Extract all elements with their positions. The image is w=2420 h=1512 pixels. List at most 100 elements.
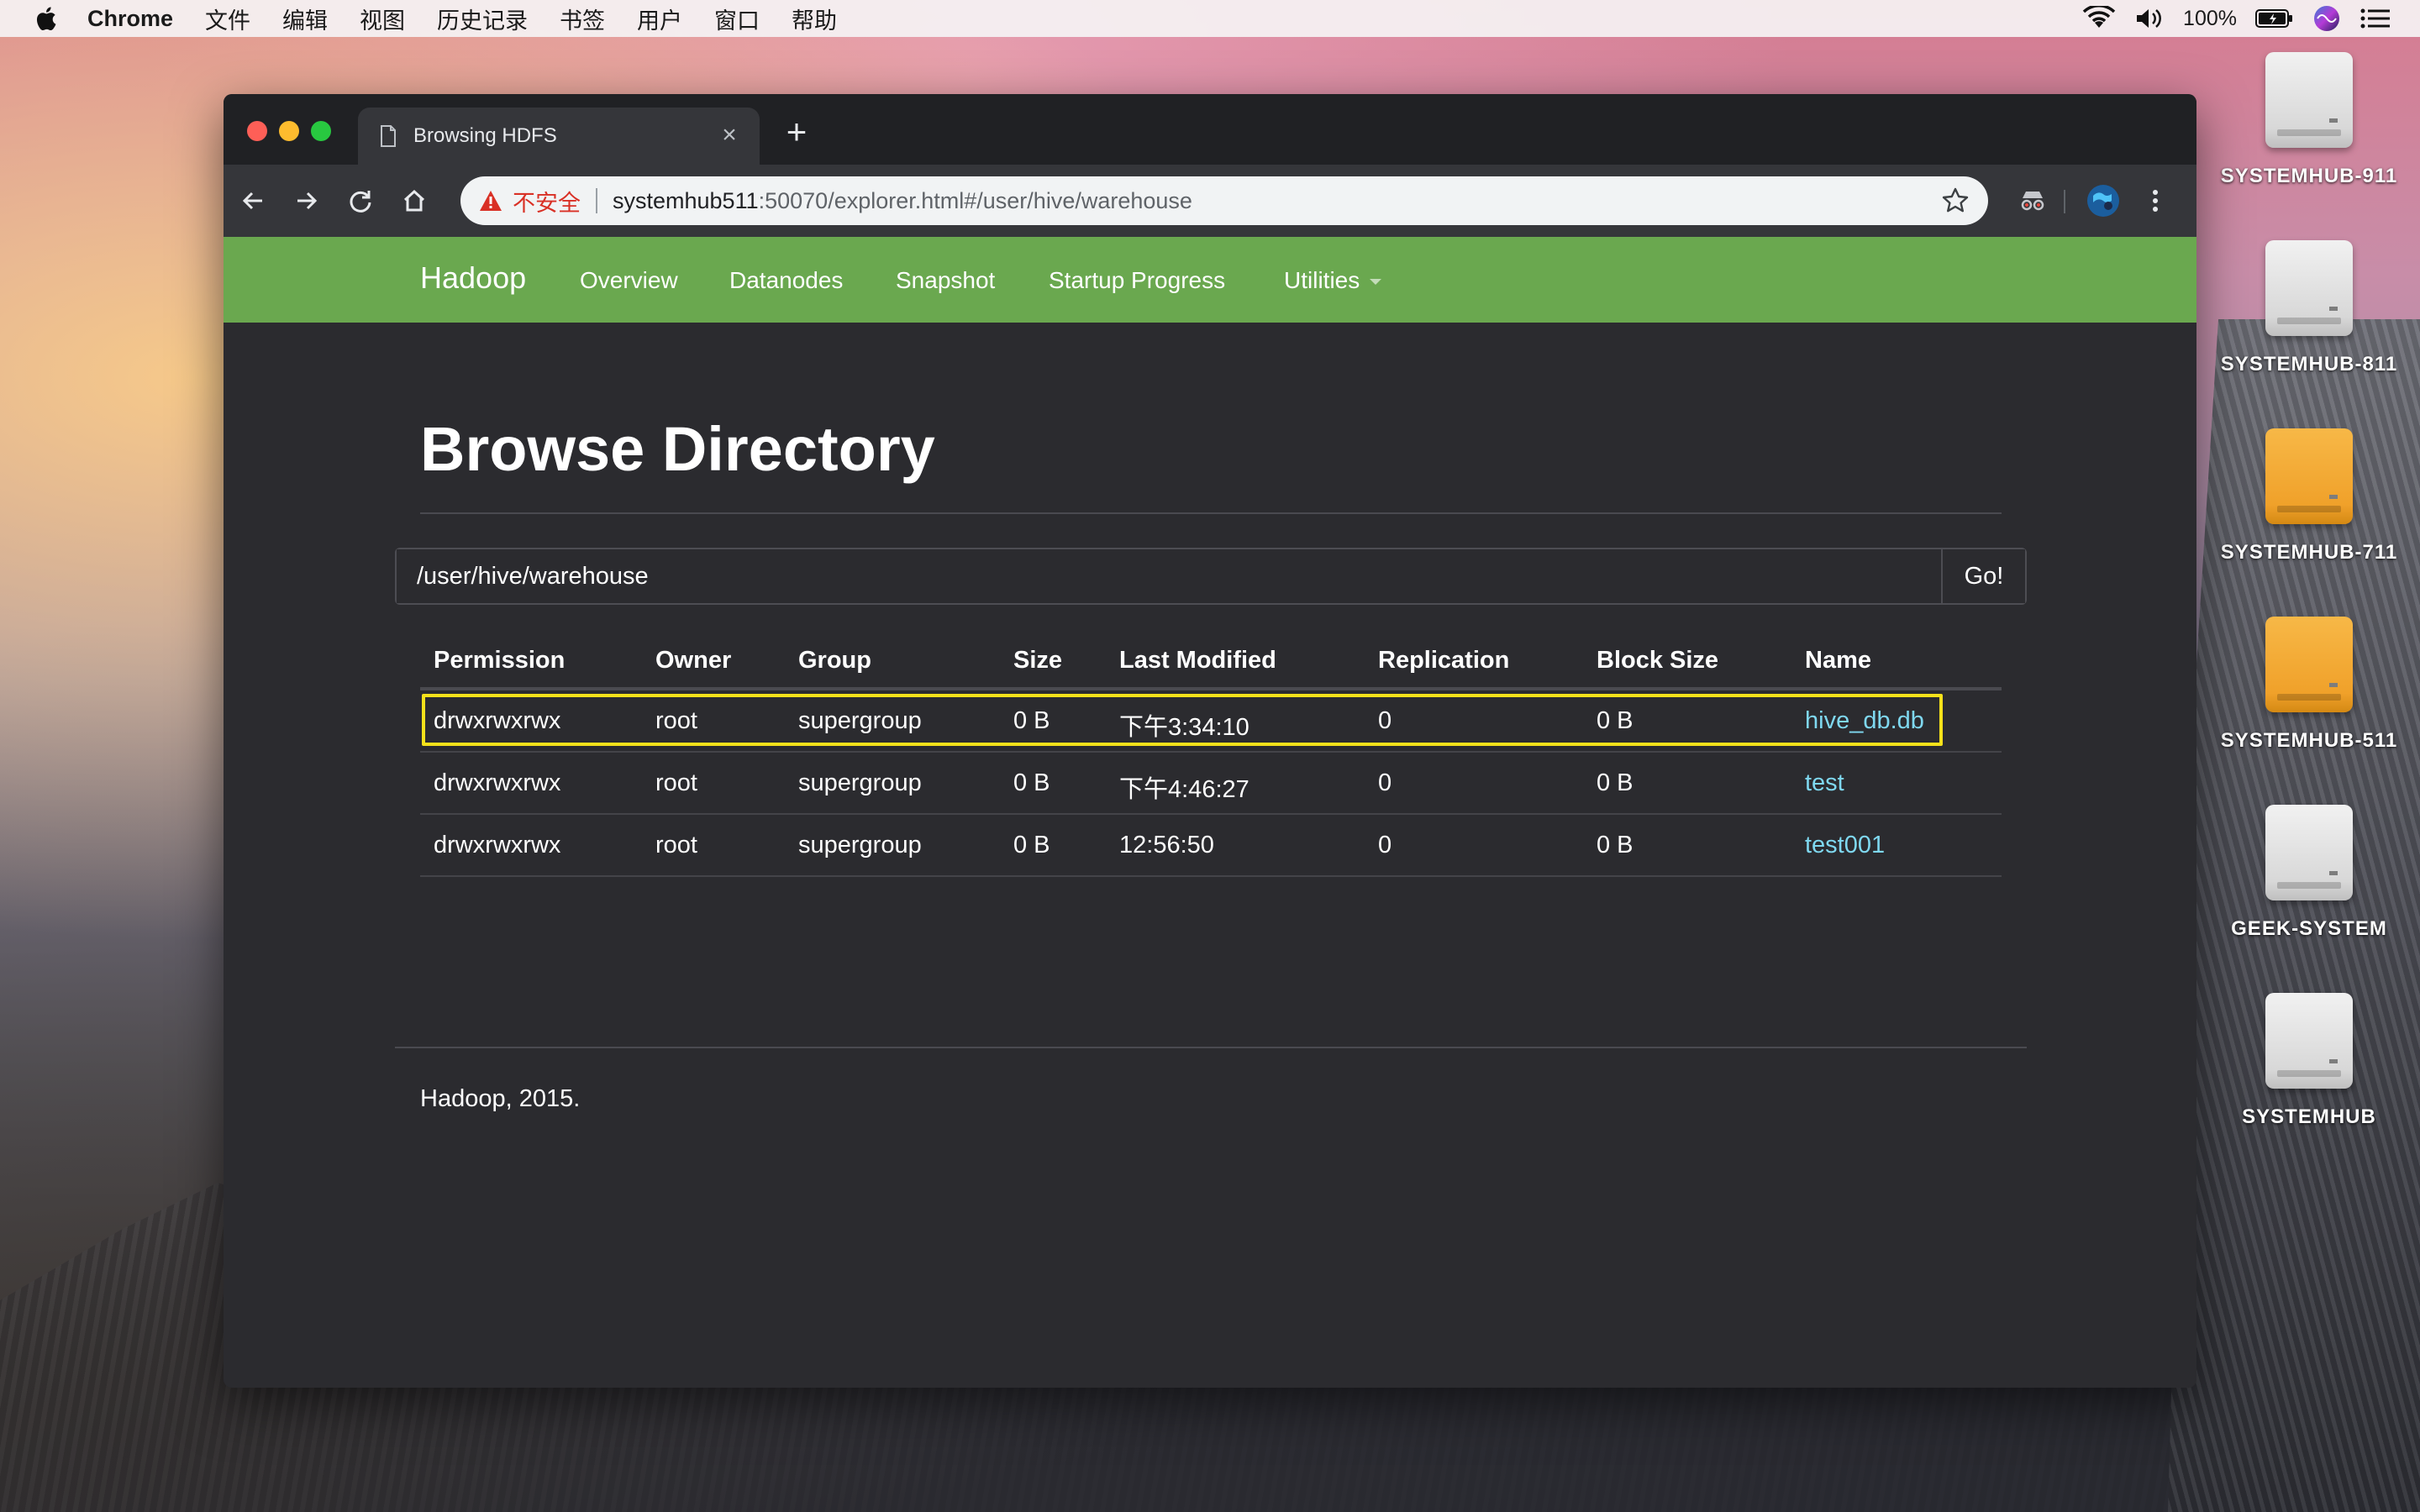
desktop-drive-geek-system[interactable]: GEEK-SYSTEM xyxy=(2217,805,2402,941)
battery-icon[interactable] xyxy=(2255,8,2294,29)
cell-permission: drwxrwxrwx xyxy=(434,707,561,734)
wifi-icon[interactable] xyxy=(2082,6,2116,31)
drive-label: SYSTEMHUB-511 xyxy=(2220,729,2398,752)
hadoop-navbar: Hadoop Overview Datanodes Snapshot Start… xyxy=(224,237,2196,323)
desktop-drive-systemhub-711[interactable]: SYSTEMHUB-711 xyxy=(2217,428,2402,564)
tab-strip: Browsing HDFS × + xyxy=(224,94,2196,165)
drive-label: SYSTEMHUB xyxy=(2242,1105,2376,1128)
cell-block-size: 0 B xyxy=(1597,832,1634,858)
bookmark-star-icon[interactable] xyxy=(1941,186,1970,215)
column-header-last-modified[interactable]: Last Modified xyxy=(1119,647,1276,675)
tab-title: Browsing HDFS xyxy=(413,124,557,147)
column-header-size[interactable]: Size xyxy=(1013,647,1062,675)
nav-link-overview[interactable]: Overview xyxy=(580,267,678,294)
title-divider xyxy=(420,512,2002,514)
table-row: drwxrwxrwx root supergroup 0 B 下午3:34:10… xyxy=(420,690,2002,753)
not-secure-label[interactable]: 不安全 xyxy=(513,185,581,218)
profile-avatar[interactable] xyxy=(2084,181,2123,220)
menu-help[interactable]: 帮助 xyxy=(792,3,837,35)
directory-link[interactable]: hive_db.db xyxy=(1805,707,1924,735)
macos-menubar: Chrome 文件 编辑 视图 历史记录 书签 用户 窗口 帮助 100% xyxy=(0,0,2420,37)
address-bar[interactable]: 不安全 systemhub511:50070/explorer.html#/us… xyxy=(460,176,1988,225)
go-button[interactable]: Go! xyxy=(1941,549,2025,603)
cell-last-modified: 下午4:46:27 xyxy=(1119,776,1249,803)
column-header-owner[interactable]: Owner xyxy=(655,647,731,675)
table-row: drwxrwxrwx root supergroup 0 B 12:56:50 … xyxy=(420,815,2002,877)
cell-size: 0 B xyxy=(1013,707,1050,734)
drive-label: GEEK-SYSTEM xyxy=(2231,917,2387,940)
cell-owner: root xyxy=(655,832,697,858)
tab-browsing-hdfs[interactable]: Browsing HDFS × xyxy=(358,108,760,165)
back-arrow-icon[interactable] xyxy=(235,183,271,218)
close-window-button[interactable] xyxy=(247,121,267,141)
drive-label: SYSTEMHUB-811 xyxy=(2220,353,2398,375)
menu-window[interactable]: 窗口 xyxy=(714,3,760,35)
hard-drive-icon xyxy=(2265,240,2353,336)
warning-triangle-icon[interactable] xyxy=(479,190,502,212)
cell-group: supergroup xyxy=(798,707,922,734)
cell-last-modified: 下午3:34:10 xyxy=(1119,714,1249,741)
volume-icon[interactable] xyxy=(2134,6,2165,31)
nav-link-startup-progress[interactable]: Startup Progress xyxy=(1049,267,1225,294)
hard-drive-icon xyxy=(2265,52,2353,148)
desktop-drive-systemhub-811[interactable]: SYSTEMHUB-811 xyxy=(2217,240,2402,376)
browser-toolbar: 不安全 systemhub511:50070/explorer.html#/us… xyxy=(224,165,2196,237)
omnibox-divider xyxy=(596,188,597,213)
apple-logo-icon[interactable] xyxy=(34,5,57,32)
nav-link-snapshot[interactable]: Snapshot xyxy=(896,267,995,294)
table-header-row: Permission Owner Group Size Last Modifie… xyxy=(420,632,2002,690)
new-tab-plus-icon[interactable]: + xyxy=(781,114,812,150)
cell-permission: drwxrwxrwx xyxy=(434,832,561,858)
hard-drive-icon xyxy=(2265,805,2353,900)
column-header-name[interactable]: Name xyxy=(1805,647,1871,675)
siri-icon[interactable] xyxy=(2312,4,2341,33)
menu-history[interactable]: 历史记录 xyxy=(437,3,528,35)
column-header-replication[interactable]: Replication xyxy=(1378,647,1509,675)
table-row: drwxrwxrwx root supergroup 0 B 下午4:46:27… xyxy=(420,753,2002,815)
tab-close-icon[interactable]: × xyxy=(718,123,741,148)
maximize-window-button[interactable] xyxy=(311,121,331,141)
desktop-drive-systemhub[interactable]: SYSTEMHUB xyxy=(2217,993,2402,1129)
page-title: Browse Directory xyxy=(420,414,935,484)
cell-replication: 0 xyxy=(1378,769,1392,796)
battery-percent: 100% xyxy=(2183,6,2237,30)
menu-bookmarks[interactable]: 书签 xyxy=(560,3,605,35)
reload-icon[interactable] xyxy=(343,183,378,218)
menu-chrome[interactable]: Chrome xyxy=(87,6,173,32)
column-header-group[interactable]: Group xyxy=(798,647,871,675)
menu-file[interactable]: 文件 xyxy=(205,3,250,35)
url-path: :50070/explorer.html#/user/hive/warehous… xyxy=(758,187,1192,213)
caret-down-icon xyxy=(1370,279,1382,286)
incognito-extension-icon[interactable] xyxy=(2013,181,2052,220)
menu-edit[interactable]: 编辑 xyxy=(282,3,328,35)
minimize-window-button[interactable] xyxy=(279,121,299,141)
menu-people[interactable]: 用户 xyxy=(637,3,682,35)
cell-size: 0 B xyxy=(1013,832,1050,858)
directory-link[interactable]: test001 xyxy=(1805,832,1885,859)
chrome-window: Browsing HDFS × + 不安全 systemhub511:50070… xyxy=(224,94,2196,1388)
directory-path-input[interactable] xyxy=(397,549,1941,603)
drive-label: SYSTEMHUB-911 xyxy=(2220,165,2398,187)
home-icon[interactable] xyxy=(397,183,432,218)
column-header-permission[interactable]: Permission xyxy=(434,647,565,675)
desktop-drive-systemhub-511[interactable]: SYSTEMHUB-511 xyxy=(2217,617,2402,753)
directory-link[interactable]: test xyxy=(1805,769,1844,797)
hard-drive-icon xyxy=(2265,993,2353,1089)
column-header-block-size[interactable]: Block Size xyxy=(1597,647,1718,675)
cell-permission: drwxrwxrwx xyxy=(434,769,561,796)
kebab-menu-icon[interactable] xyxy=(2136,181,2175,220)
nav-link-datanodes[interactable]: Datanodes xyxy=(729,267,843,294)
menu-view[interactable]: 视图 xyxy=(360,3,405,35)
forward-arrow-icon[interactable] xyxy=(289,183,324,218)
cell-size: 0 B xyxy=(1013,769,1050,796)
desktop-drive-systemhub-911[interactable]: SYSTEMHUB-911 xyxy=(2217,52,2402,188)
cell-block-size: 0 B xyxy=(1597,707,1634,734)
nav-dropdown-utilities[interactable]: Utilities xyxy=(1284,267,1382,294)
url-host: systemhub511 xyxy=(613,187,759,213)
navbar-brand[interactable]: Hadoop xyxy=(420,260,526,296)
footer-divider xyxy=(395,1047,2027,1048)
notification-center-icon[interactable] xyxy=(2360,6,2391,31)
cell-replication: 0 xyxy=(1378,707,1392,734)
document-icon xyxy=(381,125,396,147)
drive-label: SYSTEMHUB-711 xyxy=(2220,541,2398,564)
